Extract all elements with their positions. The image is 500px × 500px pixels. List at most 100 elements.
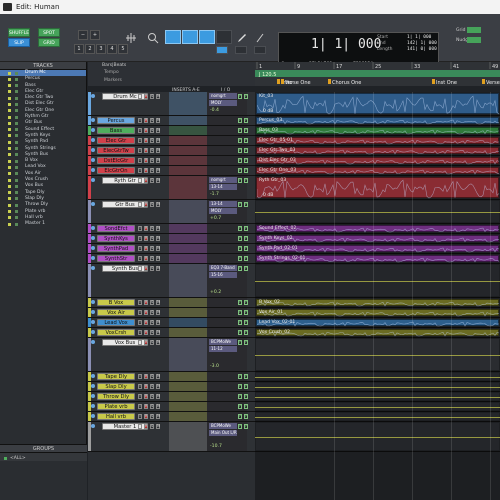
track-name-field[interactable]: Plate vrb: [97, 403, 135, 410]
solo-button[interactable]: S: [150, 138, 154, 143]
io-input[interactable]: nomgrt: [209, 93, 237, 99]
inserts-slot[interactable]: [169, 176, 207, 199]
track-lane[interactable]: Synth Pad_02-01: [255, 244, 500, 254]
mute-button[interactable]: M: [156, 168, 160, 173]
input-monitor-button[interactable]: I: [138, 414, 142, 419]
solo-button[interactable]: S: [150, 256, 154, 261]
mute-button[interactable]: M: [156, 310, 160, 315]
input-monitor-button[interactable]: I: [138, 226, 142, 231]
timebase-button[interactable]: P: [244, 384, 248, 389]
mute-button[interactable]: M: [156, 178, 160, 183]
track-lane[interactable]: Vox Crush_02: [255, 328, 500, 338]
mute-button[interactable]: M: [156, 414, 160, 419]
solo-button[interactable]: S: [150, 168, 154, 173]
track-name-field[interactable]: Vox Air: [97, 309, 135, 316]
smart-tool-icon[interactable]: [254, 32, 266, 44]
solo-button[interactable]: S: [150, 246, 154, 251]
show-toggle-icon[interactable]: [8, 203, 11, 207]
edit-window[interactable]: Kit_03 0 dB Percus_03 Bass_03 Elec Gtr_05-01…: [255, 92, 500, 500]
io-output[interactable]: MOLY: [209, 100, 237, 106]
voice-button[interactable]: P: [238, 168, 242, 173]
grid-mode-button[interactable]: GRID: [38, 38, 60, 47]
volume-readout[interactable]: -3.0: [210, 364, 219, 369]
automation-line[interactable]: [255, 377, 500, 378]
show-toggle-icon[interactable]: [8, 121, 11, 125]
track-lane[interactable]: [255, 338, 500, 372]
track-lane[interactable]: B Vox_02: [255, 298, 500, 308]
mute-button[interactable]: M: [156, 118, 160, 123]
record-arm-button[interactable]: R: [144, 128, 148, 133]
audio-clip[interactable]: Lead Vox_02-01: [256, 319, 500, 327]
zoom-preset-4[interactable]: 4: [107, 44, 117, 54]
track-header[interactable]: Plate vrb I R S M P P: [88, 402, 255, 412]
track-lane[interactable]: Synth Keys_02: [255, 234, 500, 244]
inserts-slot[interactable]: [169, 308, 207, 317]
record-arm-button[interactable]: R: [144, 414, 148, 419]
track-header[interactable]: Gtr Bus I R S M 13-14 MOLY +0.7 P P: [88, 200, 255, 224]
show-toggle-icon[interactable]: [8, 90, 11, 94]
record-arm-button[interactable]: R: [144, 246, 148, 251]
inserts-slot[interactable]: [169, 412, 207, 421]
mute-button[interactable]: M: [156, 374, 160, 379]
scrubber-tool-icon[interactable]: [216, 30, 232, 44]
io-output[interactable]: Main Out L/R: [209, 430, 237, 436]
mute-button[interactable]: M: [156, 300, 160, 305]
track-name-field[interactable]: B Vox: [97, 299, 135, 306]
show-toggle-icon[interactable]: [8, 210, 11, 214]
timebase-button[interactable]: P: [244, 148, 248, 153]
automation-line[interactable]: [255, 355, 500, 356]
automation-line[interactable]: [255, 281, 500, 282]
show-toggle-icon[interactable]: [8, 159, 11, 163]
automation-line[interactable]: [255, 417, 500, 418]
automation-line[interactable]: [255, 387, 500, 388]
inserts-slot[interactable]: [169, 200, 207, 223]
track-lane[interactable]: Ryth Gtr_03 0 dB: [255, 176, 500, 200]
mute-button[interactable]: M: [156, 202, 160, 207]
input-monitor-button[interactable]: I: [138, 404, 142, 409]
track-header[interactable]: Slap Dly I R S M P P: [88, 382, 255, 392]
voice-button[interactable]: P: [238, 340, 242, 345]
record-arm-button[interactable]: R: [144, 168, 148, 173]
waveform-zoom-icon[interactable]: [125, 32, 137, 44]
solo-button[interactable]: S: [150, 94, 154, 99]
inserts-slot[interactable]: [169, 166, 207, 175]
voice-button[interactable]: P: [238, 236, 242, 241]
nudge-value-button[interactable]: [467, 37, 481, 43]
track-header[interactable]: Elec Gtr I R S M P P: [88, 136, 255, 146]
voice-button[interactable]: P: [238, 158, 242, 163]
track-header[interactable]: Master 1 I R S M BCPMoWe Main Out L/R -10.7 P P: [88, 422, 255, 452]
mute-button[interactable]: M: [156, 340, 160, 345]
input-monitor-button[interactable]: I: [138, 394, 142, 399]
timebase-button[interactable]: P: [244, 202, 248, 207]
inserts-slot[interactable]: [169, 254, 207, 263]
mute-button[interactable]: M: [156, 236, 160, 241]
inserts-slot[interactable]: [169, 92, 207, 115]
timebase-button[interactable]: P: [244, 266, 248, 271]
solo-button[interactable]: S: [150, 266, 154, 271]
inserts-slot[interactable]: [169, 422, 207, 451]
record-arm-button[interactable]: R: [144, 340, 148, 345]
mute-button[interactable]: M: [156, 256, 160, 261]
solo-button[interactable]: S: [150, 414, 154, 419]
timebase-button[interactable]: P: [244, 424, 248, 429]
timebase-button[interactable]: P: [244, 310, 248, 315]
show-toggle-icon[interactable]: [8, 222, 11, 226]
track-header[interactable]: Tape Dly I R S M P P: [88, 372, 255, 382]
track-lane[interactable]: [255, 382, 500, 392]
show-toggle-icon[interactable]: [8, 184, 11, 188]
mute-button[interactable]: M: [156, 226, 160, 231]
record-arm-button[interactable]: R: [144, 266, 148, 271]
selector-tool-icon[interactable]: [182, 30, 198, 44]
zoomer-tool-icon[interactable]: [147, 32, 159, 44]
record-arm-button[interactable]: R: [144, 310, 148, 315]
solo-button[interactable]: S: [150, 158, 154, 163]
audio-clip[interactable]: Percus_03: [256, 117, 500, 125]
audio-clip[interactable]: Dist Elec Gtr_03: [256, 157, 500, 165]
show-toggle-icon[interactable]: [8, 216, 11, 220]
record-arm-button[interactable]: R: [144, 330, 148, 335]
inserts-slot[interactable]: [169, 392, 207, 401]
timebase-button[interactable]: P: [244, 246, 248, 251]
input-monitor-button[interactable]: I: [138, 384, 142, 389]
track-lane[interactable]: Elec Gtr_05-01: [255, 136, 500, 146]
track-header[interactable]: Vox Air I R S M P P: [88, 308, 255, 318]
